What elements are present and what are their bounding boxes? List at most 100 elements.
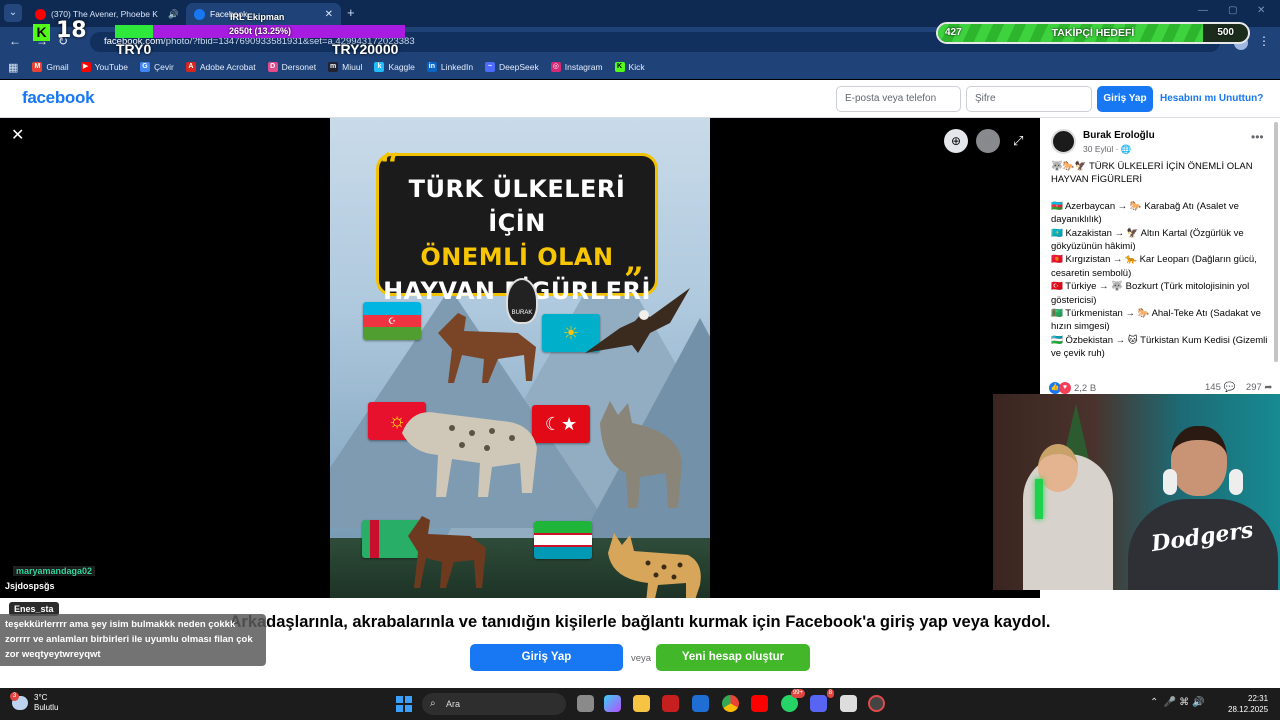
maximize-icon[interactable]: ▢ bbox=[1228, 5, 1237, 16]
password-field[interactable]: Şifre bbox=[966, 86, 1092, 112]
post-scrollbar[interactable] bbox=[1274, 122, 1278, 362]
app-icon[interactable] bbox=[662, 695, 679, 712]
close-tab-icon[interactable]: ✕ bbox=[325, 9, 333, 20]
search-placeholder: Ara bbox=[446, 699, 461, 709]
create-account-button[interactable]: Yeni hesap oluştur bbox=[656, 644, 810, 671]
wolf-icon bbox=[600, 401, 682, 508]
start-button[interactable] bbox=[396, 696, 412, 712]
bookmark-dersonet[interactable]: D Dersonet bbox=[267, 62, 316, 72]
banner-login-button[interactable]: Giriş Yap bbox=[470, 644, 623, 671]
bookmark-miuul[interactable]: m Miuul bbox=[328, 62, 362, 72]
close-window-icon[interactable]: ✕ bbox=[1257, 5, 1265, 16]
speaker-icon[interactable]: 🔊 bbox=[168, 9, 179, 20]
taskbar-search[interactable]: ⌕ Ara bbox=[422, 693, 566, 715]
fullscreen-icon[interactable]: ⤢ bbox=[1013, 133, 1023, 149]
streamer-right-head bbox=[1171, 426, 1227, 496]
open-quote-icon: “ bbox=[380, 146, 400, 186]
clock[interactable]: 22:31 28.12.2025 bbox=[1228, 693, 1268, 715]
close-viewer-icon[interactable]: ✕ bbox=[11, 125, 24, 145]
discord-icon[interactable]: 8 bbox=[810, 689, 834, 712]
donation-goal-bar: 2650t (13.25%) bbox=[115, 25, 405, 38]
comment-icon: 💬 bbox=[1223, 382, 1236, 393]
capcut-icon[interactable] bbox=[840, 695, 857, 712]
tab-youtube[interactable]: (370) The Avener, Phoebe K 🔊 ✕ bbox=[27, 3, 182, 25]
new-tab-button[interactable]: + bbox=[347, 5, 355, 20]
kaggle-icon: k bbox=[374, 62, 385, 72]
email-field[interactable]: E-posta veya telefon bbox=[836, 86, 961, 112]
task-view-icon[interactable] bbox=[577, 695, 594, 712]
bookmark-kick[interactable]: K Kick bbox=[614, 62, 645, 72]
post-date[interactable]: 30 Eylül · 🌐 bbox=[1083, 144, 1131, 155]
author-avatar[interactable] bbox=[1051, 129, 1076, 154]
miuul-icon: m bbox=[328, 62, 339, 72]
comment-count[interactable]: 145 bbox=[1205, 382, 1221, 393]
bookmark-gmail[interactable]: M Gmail bbox=[32, 62, 69, 72]
search-icon: ⌕ bbox=[430, 698, 436, 709]
love-icon: ♥ bbox=[1059, 382, 1071, 394]
taskbar: 3 3°C Bulutlu ⌕ Ara 99+ 8 ⌃ 🎤 ⌘ 🔊 22:31 … bbox=[0, 688, 1280, 720]
weather-widget[interactable]: 3 3°C Bulutlu bbox=[10, 692, 59, 713]
apps-grid-icon[interactable]: ▦ bbox=[8, 61, 18, 74]
sand-cat-icon bbox=[608, 533, 701, 598]
author-name[interactable]: Burak Eroloğlu bbox=[1083, 130, 1155, 141]
bookmark-linkedin[interactable]: in LinkedIn bbox=[426, 62, 473, 72]
horse-icon bbox=[438, 313, 536, 383]
whatsapp-badge: 99+ bbox=[790, 689, 805, 698]
bookmark-kaggle[interactable]: k Kaggle bbox=[374, 62, 415, 72]
post-photo[interactable]: TÜRK ÜLKELERİ İÇİN ÖNEMLİ OLAN HAYVAN Fİ… bbox=[330, 118, 710, 598]
chat-username: maryamandaga02 bbox=[13, 566, 96, 576]
zoom-out-icon[interactable]: ⊖ bbox=[976, 129, 1000, 153]
post-line: 🐺🐎🦅 TÜRK ÜLKELERİ İÇİN ÖNEMLİ OLAN HAYVA… bbox=[1051, 161, 1253, 186]
system-tray[interactable]: ⌃ 🎤 ⌘ 🔊 bbox=[1150, 697, 1204, 708]
chat-username: Jsjdospsğs bbox=[5, 581, 55, 591]
post-line: 🇹🇷 Türkiye → 🐺 Bozkurt (Türk mitolojisin… bbox=[1051, 281, 1250, 306]
more-options-icon[interactable]: ••• bbox=[1251, 130, 1264, 144]
microphone-icon bbox=[1035, 479, 1043, 519]
youtube-icon[interactable] bbox=[751, 695, 768, 712]
facebook-logo[interactable]: facebook bbox=[22, 88, 95, 108]
translate-icon: G bbox=[140, 62, 151, 72]
webcam-overlay: Dodgers bbox=[993, 394, 1280, 590]
copilot-icon[interactable] bbox=[604, 695, 621, 712]
browser-menu-icon[interactable]: ⋮ bbox=[1258, 34, 1270, 48]
weather-condition: Bulutlu bbox=[34, 703, 59, 712]
photo-viewer: ✕ TÜRK ÜLKELERİ İÇİN ÖNEMLİ OLAN HAYVAN … bbox=[0, 118, 1040, 598]
bookmark-adobe[interactable]: A Adobe Acrobat bbox=[185, 62, 256, 72]
header-login-button[interactable]: Giriş Yap bbox=[1097, 86, 1153, 112]
streamer-left-head bbox=[1038, 444, 1078, 492]
tab-search-button[interactable]: ⌄ bbox=[4, 4, 22, 22]
forgot-password-link[interactable]: Hesabını mı Unuttun? bbox=[1160, 93, 1263, 104]
minimize-icon[interactable]: — bbox=[1198, 5, 1208, 16]
ekipman-label: IRL Ekipman bbox=[230, 12, 285, 22]
instagram-icon: ◎ bbox=[550, 62, 561, 72]
store-icon[interactable] bbox=[692, 695, 709, 712]
follower-goal-bar: 427 TAKİPÇİ HEDEFİ 500 bbox=[936, 22, 1250, 44]
reaction-summary[interactable]: 👍 ♥ 2,2 B bbox=[1049, 382, 1096, 394]
donation-goal-text: 2650t (13.25%) bbox=[228, 26, 292, 36]
bookmark-instagram[interactable]: ◎ Instagram bbox=[550, 62, 603, 72]
photo-title-card: TÜRK ÜLKELERİ İÇİN ÖNEMLİ OLAN HAYVAN Fİ… bbox=[376, 153, 658, 305]
clock-time: 22:31 bbox=[1248, 694, 1269, 703]
zoom-in-icon[interactable]: ⊕ bbox=[944, 129, 968, 153]
follower-goal-target: 500 bbox=[1217, 27, 1234, 38]
obs-icon[interactable] bbox=[868, 695, 885, 712]
or-label: veya bbox=[631, 653, 652, 664]
discord-badge: 8 bbox=[826, 689, 834, 698]
bookmark-deepseek[interactable]: ~ DeepSeek bbox=[485, 62, 539, 72]
dersonet-icon: D bbox=[267, 62, 278, 72]
chrome-icon[interactable] bbox=[722, 695, 739, 712]
goal-end-label: TRY20000 bbox=[332, 41, 399, 57]
whatsapp-icon[interactable]: 99+ bbox=[781, 689, 805, 712]
share-count[interactable]: 297 bbox=[1246, 382, 1262, 393]
facebook-header: facebook E-posta veya telefon Şifre Giri… bbox=[0, 80, 1280, 118]
snow-leopard-icon bbox=[402, 412, 537, 497]
post-line: 🇹🇲 Türkmenistan → 🐎 Ahal-Teke Atı (Sadak… bbox=[1051, 308, 1261, 333]
linkedin-icon: in bbox=[426, 62, 437, 72]
file-explorer-icon[interactable] bbox=[633, 695, 650, 712]
bookmark-youtube[interactable]: ▶ YouTube bbox=[80, 62, 128, 72]
back-icon[interactable]: ← bbox=[9, 34, 21, 48]
acrobat-icon: A bbox=[185, 62, 196, 72]
bookmark-translate[interactable]: G Çevir bbox=[140, 62, 174, 72]
eagle-icon bbox=[585, 288, 690, 353]
kick-count: 18 bbox=[56, 18, 87, 43]
